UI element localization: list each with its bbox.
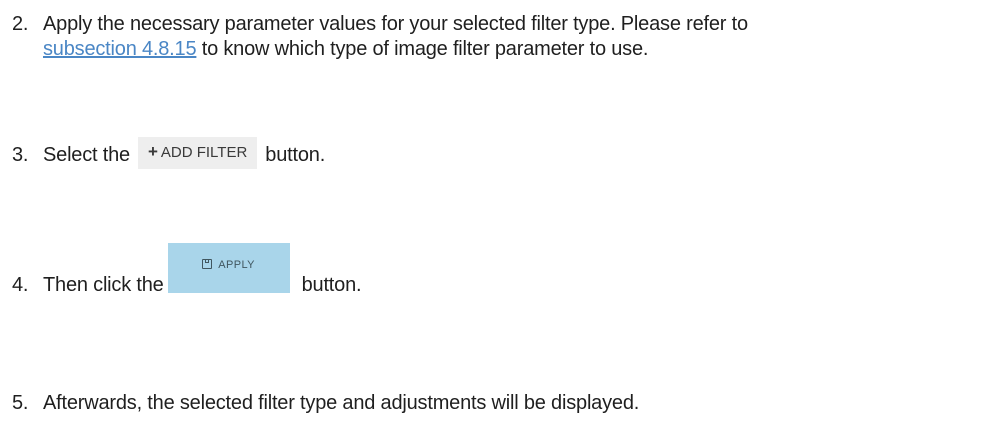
subsection-link[interactable]: subsection 4.8.15 — [43, 38, 197, 60]
step-3: 3. Select the + ADD FILTER button. — [12, 137, 980, 175]
save-icon — [202, 259, 213, 269]
apply-button[interactable]: APPLY — [167, 243, 290, 293]
step-number: 2. — [12, 13, 29, 35]
step-4: 4. Then click the APPLY button. — [12, 243, 980, 323]
add-filter-label: ADD FILTER — [160, 144, 248, 161]
step-number: 4. — [12, 274, 29, 296]
step-3-after: button. — [265, 144, 326, 166]
step-text: Apply the necessary parameter values for… — [43, 12, 980, 62]
step-text: Then click the APPLY button. — [43, 243, 980, 323]
step-4-after: button. — [301, 274, 362, 296]
step-4-before: Then click the — [43, 274, 164, 296]
step-5: 5. Afterwards, the selected filter type … — [12, 391, 980, 416]
step-text: Afterwards, the selected filter type and… — [43, 392, 640, 414]
step-2: 2. Apply the necessary parameter values … — [12, 12, 980, 62]
apply-label: APPLY — [218, 259, 255, 271]
step-2-line-1: Apply the necessary parameter values for… — [43, 13, 748, 35]
step-text: Select the + ADD FILTER button. — [43, 137, 980, 175]
plus-icon: + — [147, 142, 158, 161]
step-3-before: Select the — [43, 144, 130, 166]
step-number: 5. — [12, 392, 29, 414]
step-2-line-2: to know which type of image filter param… — [196, 38, 649, 60]
add-filter-button[interactable]: + ADD FILTER — [137, 137, 258, 169]
step-number: 3. — [12, 144, 29, 166]
